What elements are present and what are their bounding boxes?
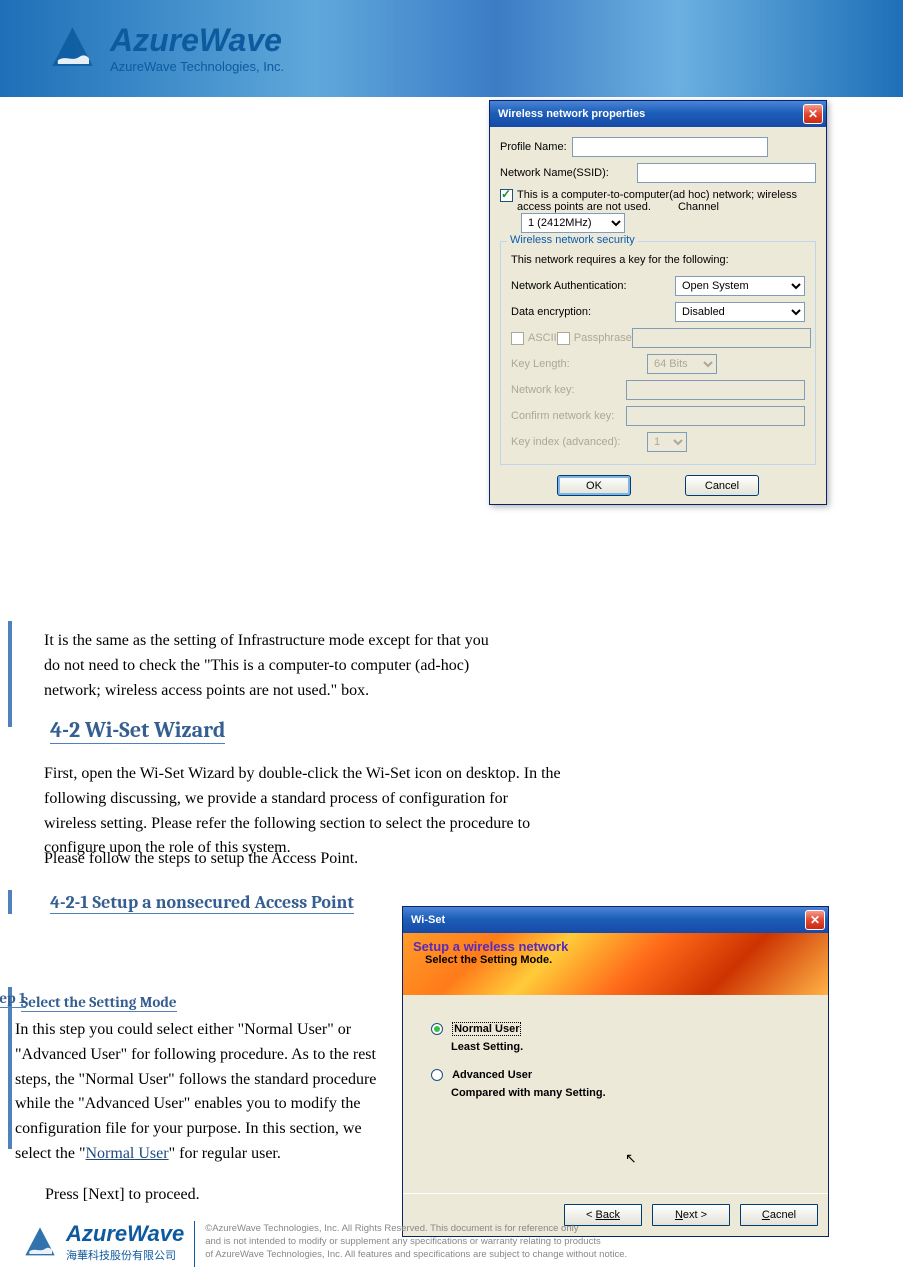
wiset-close-button[interactable]: ✕ [805, 910, 825, 930]
heading-bar [8, 621, 12, 727]
adhoc-checkbox[interactable] [500, 189, 513, 202]
wizard-subheading: Select the Setting Mode. [425, 954, 818, 966]
wizard-heading: Setup a wireless network [413, 939, 818, 954]
footer-chinese: 海華科技股份有限公司 [66, 1247, 184, 1263]
step-1-body: In this step you could select either "No… [15, 1021, 376, 1162]
azurewave-logo-icon [45, 20, 100, 75]
passphrase-input [632, 328, 811, 348]
security-fieldset: Wireless network security This network r… [500, 241, 816, 465]
wiset-wizard-dialog: Wi-Set ✕ Setup a wireless network Select… [402, 906, 829, 1237]
page-footer: AzureWave 海華科技股份有限公司 ©AzureWave Technolo… [20, 1221, 627, 1267]
security-intro: This network requires a key for the foll… [511, 254, 805, 266]
normal-user-desc: Least Setting. [451, 1041, 800, 1053]
paragraph-1: It is the same as the setting of Infrast… [44, 629, 494, 703]
channel-label: Channel [678, 201, 719, 213]
passphrase-checkbox [557, 332, 570, 345]
security-legend: Wireless network security [507, 234, 638, 246]
adhoc-label: This is a computer-to-computer(ad hoc) n… [517, 189, 797, 213]
advanced-user-option[interactable]: Advanced User [452, 1069, 532, 1081]
footer-divider [194, 1221, 195, 1267]
normal-user-link[interactable]: Normal User [86, 1145, 169, 1162]
header-subtitle: AzureWave Technologies, Inc. [110, 59, 284, 74]
step-1-subtitle: Select the Setting Mode [21, 993, 177, 1012]
encryption-label: Data encryption: [511, 306, 675, 318]
auth-select[interactable]: Open System [675, 276, 805, 296]
wireless-properties-dialog: Wireless network properties ✕ Profile Na… [489, 100, 827, 505]
page-header: AzureWave AzureWave Technologies, Inc. [0, 0, 903, 97]
advanced-user-radio[interactable] [431, 1069, 443, 1081]
keylength-label: Key Length: [511, 358, 647, 370]
cursor-icon: ↖ [625, 1150, 637, 1167]
close-button[interactable]: ✕ [803, 104, 823, 124]
profile-name-label: Profile Name: [500, 141, 572, 153]
step-1-tail: " for regular user. [169, 1145, 281, 1162]
keyindex-select: 1 [647, 432, 687, 452]
header-brand: AzureWave [110, 22, 284, 59]
keyindex-label: Key index (advanced): [511, 436, 647, 448]
cancel-button-wizard[interactable]: Cacnel [740, 1204, 818, 1226]
paragraph-3: Please follow the steps to setup the Acc… [44, 847, 394, 872]
section-4-2-title: 4-2 Wi-Set Wizard [50, 717, 225, 744]
profile-name-input[interactable] [572, 137, 768, 157]
azurewave-logo-icon [20, 1222, 60, 1262]
keylength-select: 64 Bits [647, 354, 717, 374]
networkkey-label: Network key: [511, 384, 626, 396]
passphrase-label: Passphrase [574, 332, 632, 344]
confirmkey-input [626, 406, 805, 426]
normal-user-radio[interactable] [431, 1023, 443, 1035]
ascii-checkbox [511, 332, 524, 345]
heading-bar [8, 890, 12, 914]
ok-button[interactable]: OK [557, 475, 631, 496]
auth-label: Network Authentication: [511, 280, 675, 292]
heading-bar [8, 987, 12, 1149]
ssid-label: Network Name(SSID): [500, 167, 637, 179]
ascii-label: ASCII [528, 332, 557, 344]
close-icon: ✕ [810, 913, 820, 927]
confirmkey-label: Confirm network key: [511, 410, 626, 422]
copyright-line-3: of AzureWave Technologies, Inc. All feat… [205, 1249, 627, 1262]
copyright-line-2: and is not intended to modify or supplem… [205, 1236, 627, 1249]
normal-user-option[interactable]: Normal User [452, 1022, 521, 1036]
close-icon: ✕ [808, 107, 818, 121]
networkkey-input [626, 380, 805, 400]
press-next-text: Press [Next] to proceed. [45, 1183, 395, 1208]
advanced-user-desc: Compared with many Setting. [451, 1087, 800, 1099]
section-4-2-1-title: 4-2-1 Setup a nonsecured Access Point [50, 892, 354, 914]
dialog-title: Wireless network properties [498, 108, 645, 120]
cancel-button[interactable]: Cancel [685, 475, 759, 496]
ssid-input[interactable] [637, 163, 816, 183]
copyright-line-1: ©AzureWave Technologies, Inc. All Rights… [205, 1223, 627, 1236]
step-1-title: Step 1 [0, 989, 26, 1008]
wiset-title: Wi-Set [411, 914, 445, 926]
encryption-select[interactable]: Disabled [675, 302, 805, 322]
footer-brand: AzureWave [66, 1221, 184, 1247]
channel-select[interactable]: 1 (2412MHz) [521, 213, 625, 233]
next-button[interactable]: Next > [652, 1204, 730, 1226]
